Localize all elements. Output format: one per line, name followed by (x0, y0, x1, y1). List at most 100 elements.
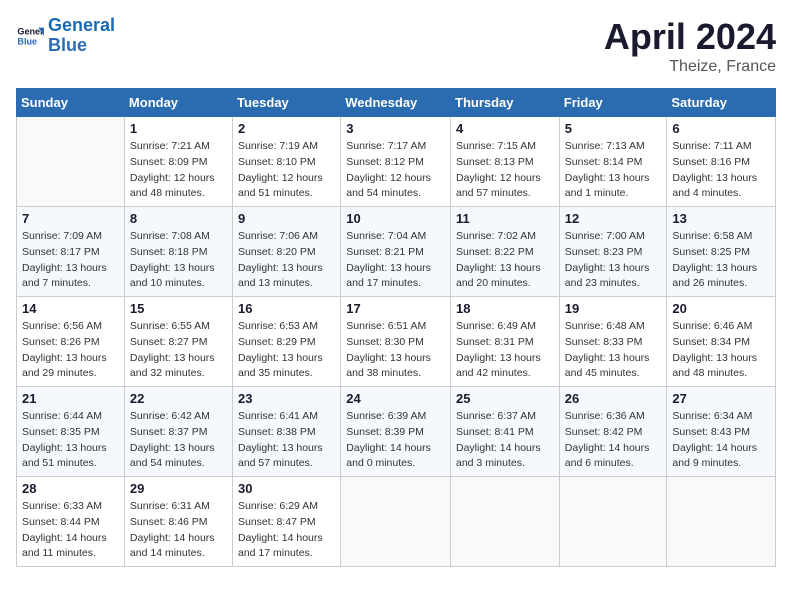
day-number: 14 (22, 301, 119, 316)
calendar-cell: 24Sunrise: 6:39 AMSunset: 8:39 PMDayligh… (341, 387, 451, 477)
day-info: Sunrise: 6:53 AMSunset: 8:29 PMDaylight:… (238, 319, 335, 382)
day-number: 10 (346, 211, 445, 226)
calendar-cell: 30 Sunrise: 6:29 AMSunset: 8:47 PMDayligh… (233, 477, 341, 567)
calendar-cell: 9 Sunrise: 7:06 AMSunset: 8:20 PMDaylight… (233, 207, 341, 297)
day-info: Sunrise: 6:49 AMSunset: 8:31 PMDaylight:… (456, 319, 554, 382)
calendar-cell (341, 477, 451, 567)
logo-line1: General (48, 15, 115, 35)
calendar-header-row: SundayMondayTuesdayWednesdayThursdayFrid… (17, 89, 776, 117)
day-number: 17 (346, 301, 445, 316)
day-info: Sunrise: 6:58 AMSunset: 8:25 PMDaylight:… (672, 229, 770, 292)
calendar-cell: 11 Sunrise: 7:02 AMSunset: 8:22 PMDayligh… (451, 207, 560, 297)
title-block: April 2024 Theize, France (604, 16, 776, 76)
day-number: 24 (346, 391, 445, 406)
day-info: Sunrise: 6:55 AMSunset: 8:27 PMDaylight:… (130, 319, 227, 382)
day-info: Sunrise: 7:06 AMSunset: 8:20 PMDaylight:… (238, 229, 335, 292)
day-number: 20 (672, 301, 770, 316)
calendar-cell (559, 477, 667, 567)
day-number: 30 (238, 481, 335, 496)
day-number: 7 (22, 211, 119, 226)
column-header-saturday: Saturday (667, 89, 776, 117)
calendar-cell: 19 Sunrise: 6:48 AMSunset: 8:33 PMDayligh… (559, 297, 667, 387)
calendar-week-4: 21 Sunrise: 6:44 AMSunset: 8:35 PMDayligh… (17, 387, 776, 477)
day-info: Sunrise: 7:17 AMSunset: 8:12 PMDaylight:… (346, 139, 445, 202)
column-header-sunday: Sunday (17, 89, 125, 117)
day-info: Sunrise: 7:04 AMSunset: 8:21 PMDaylight:… (346, 229, 445, 292)
day-number: 18 (456, 301, 554, 316)
page-header: General Blue General Blue April 2024 The… (16, 16, 776, 76)
day-info: Sunrise: 7:08 AMSunset: 8:18 PMDaylight:… (130, 229, 227, 292)
day-number: 11 (456, 211, 554, 226)
calendar-cell: 15 Sunrise: 6:55 AMSunset: 8:27 PMDayligh… (124, 297, 232, 387)
day-info: Sunrise: 7:15 AMSunset: 8:13 PMDaylight:… (456, 139, 554, 202)
day-info: Sunrise: 6:29 AMSunset: 8:47 PMDaylight:… (238, 499, 335, 562)
day-number: 25 (456, 391, 554, 406)
day-info: Sunrise: 6:37 AMSunset: 8:41 PMDaylight:… (456, 409, 554, 472)
calendar-week-3: 14 Sunrise: 6:56 AMSunset: 8:26 PMDayligh… (17, 297, 776, 387)
day-info: Sunrise: 7:19 AMSunset: 8:10 PMDaylight:… (238, 139, 335, 202)
day-number: 2 (238, 121, 335, 136)
calendar-week-5: 28Sunrise: 6:33 AMSunset: 8:44 PMDayligh… (17, 477, 776, 567)
day-info: Sunrise: 6:56 AMSunset: 8:26 PMDaylight:… (22, 319, 119, 382)
day-number: 1 (130, 121, 227, 136)
calendar-cell: 16 Sunrise: 6:53 AMSunset: 8:29 PMDayligh… (233, 297, 341, 387)
day-number: 21 (22, 391, 119, 406)
day-info: Sunrise: 6:41 AMSunset: 8:38 PMDaylight:… (238, 409, 335, 472)
calendar-cell: 8 Sunrise: 7:08 AMSunset: 8:18 PMDaylight… (124, 207, 232, 297)
calendar-week-1: 1 Sunrise: 7:21 AMSunset: 8:09 PMDaylight… (17, 117, 776, 207)
day-info: Sunrise: 6:44 AMSunset: 8:35 PMDaylight:… (22, 409, 119, 472)
month-title: April 2024 (604, 16, 776, 58)
logo: General Blue General Blue (16, 16, 115, 56)
calendar-cell (667, 477, 776, 567)
day-number: 19 (565, 301, 662, 316)
calendar-cell: 7Sunrise: 7:09 AMSunset: 8:17 PMDaylight… (17, 207, 125, 297)
calendar-cell: 21 Sunrise: 6:44 AMSunset: 8:35 PMDayligh… (17, 387, 125, 477)
day-info: Sunrise: 6:46 AMSunset: 8:34 PMDaylight:… (672, 319, 770, 382)
day-number: 3 (346, 121, 445, 136)
day-number: 27 (672, 391, 770, 406)
day-number: 12 (565, 211, 662, 226)
calendar-cell: 25 Sunrise: 6:37 AMSunset: 8:41 PMDayligh… (451, 387, 560, 477)
day-number: 22 (130, 391, 227, 406)
column-header-wednesday: Wednesday (341, 89, 451, 117)
calendar-cell: 12 Sunrise: 7:00 AMSunset: 8:23 PMDayligh… (559, 207, 667, 297)
column-header-tuesday: Tuesday (233, 89, 341, 117)
day-info: Sunrise: 6:48 AMSunset: 8:33 PMDaylight:… (565, 319, 662, 382)
calendar-cell: 28Sunrise: 6:33 AMSunset: 8:44 PMDayligh… (17, 477, 125, 567)
calendar-cell (451, 477, 560, 567)
day-number: 9 (238, 211, 335, 226)
calendar-cell: 26 Sunrise: 6:36 AMSunset: 8:42 PMDayligh… (559, 387, 667, 477)
calendar-cell: 27Sunrise: 6:34 AMSunset: 8:43 PMDayligh… (667, 387, 776, 477)
day-number: 16 (238, 301, 335, 316)
day-number: 23 (238, 391, 335, 406)
day-number: 15 (130, 301, 227, 316)
day-number: 26 (565, 391, 662, 406)
location-title: Theize, France (604, 58, 776, 76)
calendar-cell: 18 Sunrise: 6:49 AMSunset: 8:31 PMDayligh… (451, 297, 560, 387)
calendar-week-2: 7Sunrise: 7:09 AMSunset: 8:17 PMDaylight… (17, 207, 776, 297)
day-info: Sunrise: 7:21 AMSunset: 8:09 PMDaylight:… (130, 139, 227, 202)
calendar-cell: 17Sunrise: 6:51 AMSunset: 8:30 PMDayligh… (341, 297, 451, 387)
day-info: Sunrise: 6:31 AMSunset: 8:46 PMDaylight:… (130, 499, 227, 562)
day-number: 4 (456, 121, 554, 136)
calendar-cell: 1 Sunrise: 7:21 AMSunset: 8:09 PMDaylight… (124, 117, 232, 207)
column-header-thursday: Thursday (451, 89, 560, 117)
day-info: Sunrise: 6:42 AMSunset: 8:37 PMDaylight:… (130, 409, 227, 472)
day-info: Sunrise: 7:13 AMSunset: 8:14 PMDaylight:… (565, 139, 662, 202)
logo-icon: General Blue (16, 22, 44, 50)
day-info: Sunrise: 7:00 AMSunset: 8:23 PMDaylight:… (565, 229, 662, 292)
column-header-friday: Friday (559, 89, 667, 117)
day-number: 8 (130, 211, 227, 226)
day-number: 13 (672, 211, 770, 226)
svg-text:Blue: Blue (17, 36, 37, 46)
day-number: 28 (22, 481, 119, 496)
calendar-cell: 20 Sunrise: 6:46 AMSunset: 8:34 PMDayligh… (667, 297, 776, 387)
calendar-table: SundayMondayTuesdayWednesdayThursdayFrid… (16, 88, 776, 567)
day-info: Sunrise: 7:02 AMSunset: 8:22 PMDaylight:… (456, 229, 554, 292)
column-header-monday: Monday (124, 89, 232, 117)
calendar-cell: 5Sunrise: 7:13 AMSunset: 8:14 PMDaylight… (559, 117, 667, 207)
calendar-cell: 10 Sunrise: 7:04 AMSunset: 8:21 PMDayligh… (341, 207, 451, 297)
calendar-cell: 22 Sunrise: 6:42 AMSunset: 8:37 PMDayligh… (124, 387, 232, 477)
calendar-cell: 2 Sunrise: 7:19 AMSunset: 8:10 PMDaylight… (233, 117, 341, 207)
day-info: Sunrise: 6:36 AMSunset: 8:42 PMDaylight:… (565, 409, 662, 472)
